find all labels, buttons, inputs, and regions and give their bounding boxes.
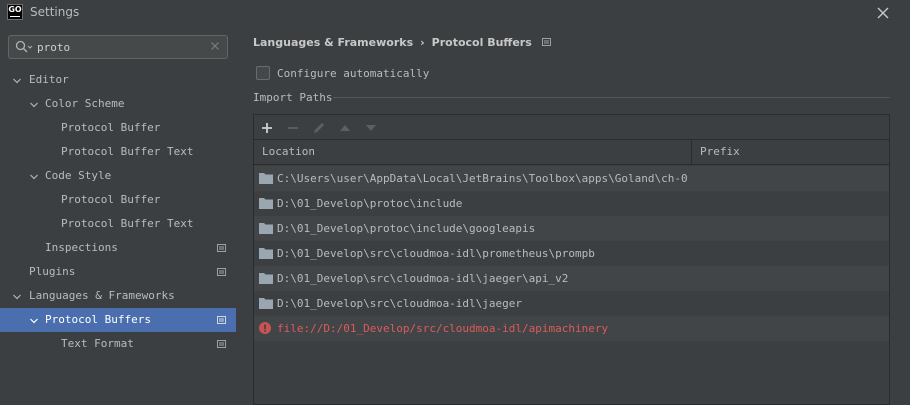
close-button[interactable]: [872, 2, 894, 24]
tree-item-label: Text Format: [61, 337, 134, 350]
import-paths-table: C:\Users\user\AppData\Local\JetBrains\To…: [254, 166, 889, 341]
folder-icon: [259, 273, 273, 284]
table-row[interactable]: D:\01_Develop\src\cloudmoa-idl\jaeger: [254, 291, 889, 316]
location-cell: C:\Users\user\AppData\Local\JetBrains\To…: [277, 172, 687, 185]
tree-item-color-scheme-protocol-buffer-text[interactable]: Protocol Buffer Text: [0, 140, 236, 164]
move-up-icon: [340, 125, 350, 131]
folder-icon: [259, 173, 273, 184]
clear-search-icon[interactable]: [210, 41, 220, 51]
move-down-icon: [366, 125, 376, 131]
search-icon[interactable]: [15, 40, 33, 54]
window-title: Settings: [30, 5, 80, 19]
add-icon: [262, 123, 272, 133]
table-row[interactable]: C:\Users\user\AppData\Local\JetBrains\To…: [254, 166, 889, 191]
tree-item-text-format[interactable]: Text Format: [0, 332, 236, 356]
logo-text: GO: [8, 5, 22, 14]
tree-item-label: Languages & Frameworks: [29, 289, 175, 302]
tree-item-color-scheme-protocol-buffer[interactable]: Protocol Buffer: [0, 116, 236, 140]
chevron-down-icon[interactable]: [12, 292, 22, 302]
project-scope-icon: [217, 316, 226, 324]
folder-icon: [259, 248, 273, 259]
error-icon: [259, 322, 271, 334]
tree-item-code-style-protocol-buffer[interactable]: Protocol Buffer: [0, 188, 236, 212]
tree-item-label: Protocol Buffer: [61, 121, 161, 134]
tree-item-plugins[interactable]: Plugins: [0, 260, 236, 284]
configure-automatically-row[interactable]: Configure automatically: [256, 65, 429, 81]
tree-item-editor[interactable]: Editor: [0, 68, 236, 92]
configure-automatically-label[interactable]: Configure automatically: [277, 67, 429, 80]
table-header: Location Prefix: [254, 140, 889, 165]
search-input[interactable]: [37, 38, 207, 56]
folder-icon: [259, 198, 273, 209]
tree-item-label: Code Style: [45, 169, 112, 182]
tree-item-label: Color Scheme: [45, 97, 125, 110]
chevron-down-icon[interactable]: [29, 172, 39, 182]
remove-button[interactable]: [285, 120, 301, 136]
location-cell: D:\01_Develop\src\cloudmoa-idl\prometheu…: [277, 247, 595, 260]
settings-sidebar: Editor Color Scheme Protocol Buffer Prot…: [0, 26, 236, 405]
edit-icon: [314, 123, 324, 133]
project-scope-icon: [217, 244, 226, 252]
chevron-down-icon[interactable]: [12, 76, 22, 86]
tree-item-inspections[interactable]: Inspections: [0, 236, 236, 260]
location-cell: D:\01_Develop\protoc\include: [277, 197, 463, 210]
table-row[interactable]: D:\01_Develop\protoc\include: [254, 191, 889, 216]
configure-automatically-checkbox[interactable]: [256, 66, 270, 80]
breadcrumb-parent[interactable]: Languages & Frameworks: [253, 36, 413, 49]
search-box[interactable]: [8, 35, 228, 59]
tree-item-protocol-buffers[interactable]: Protocol Buffers: [0, 308, 236, 332]
tree-item-languages-frameworks[interactable]: Languages & Frameworks: [0, 284, 236, 308]
import-paths-panel: Location Prefix C:\Users\user\AppData\Lo…: [253, 114, 890, 405]
chevron-down-icon[interactable]: [29, 100, 39, 110]
breadcrumb: Languages & Frameworks › Protocol Buffer…: [253, 34, 551, 50]
close-icon: [877, 7, 889, 19]
column-header-location[interactable]: Location: [254, 140, 691, 164]
location-cell: D:\01_Develop\src\cloudmoa-idl\jaeger: [277, 297, 523, 310]
project-scope-icon: [217, 268, 226, 276]
chevron-down-icon[interactable]: [29, 316, 39, 326]
project-scope-icon: [541, 38, 551, 46]
settings-content: Languages & Frameworks › Protocol Buffer…: [236, 26, 910, 405]
tree-item-label: Protocol Buffer: [61, 193, 161, 206]
import-paths-toolbar: [254, 115, 889, 140]
tree-item-label: Protocol Buffers: [45, 313, 151, 326]
tree-item-label: Editor: [29, 73, 69, 86]
tree-item-code-style[interactable]: Code Style: [0, 164, 236, 188]
table-row[interactable]: D:\01_Develop\src\cloudmoa-idl\jaeger\ap…: [254, 266, 889, 291]
table-row[interactable]: D:\01_Develop\src\cloudmoa-idl\prometheu…: [254, 241, 889, 266]
location-cell: D:\01_Develop\protoc\include\googleapis: [277, 222, 536, 235]
import-paths-title: Import Paths: [253, 91, 333, 104]
table-row[interactable]: file://D:/01_Develop/src/cloudmoa-idl/ap…: [254, 316, 889, 341]
tree-item-label: Plugins: [29, 265, 76, 278]
tree-item-label: Inspections: [45, 241, 118, 254]
folder-icon: [259, 298, 273, 309]
table-row[interactable]: D:\01_Develop\protoc\include\googleapis: [254, 216, 889, 241]
edit-button[interactable]: [311, 120, 327, 136]
folder-icon: [259, 223, 273, 234]
group-separator: [333, 97, 890, 98]
goland-logo-icon: GO: [7, 4, 23, 20]
tree-item-label: Protocol Buffer Text: [61, 217, 194, 230]
column-header-prefix[interactable]: Prefix: [692, 140, 889, 164]
tree-item-color-scheme[interactable]: Color Scheme: [0, 92, 236, 116]
move-down-button[interactable]: [363, 120, 379, 136]
move-up-button[interactable]: [337, 120, 353, 136]
tree-item-label: Protocol Buffer Text: [61, 145, 194, 158]
project-scope-icon: [217, 340, 226, 348]
breadcrumb-current: Protocol Buffers: [431, 35, 532, 49]
breadcrumb-separator: ›: [420, 35, 425, 49]
location-cell: file://D:/01_Develop/src/cloudmoa-idl/ap…: [277, 322, 609, 335]
location-cell: D:\01_Develop\src\cloudmoa-idl\jaeger\ap…: [277, 272, 569, 285]
remove-icon: [288, 127, 298, 129]
tree-item-code-style-protocol-buffer-text[interactable]: Protocol Buffer Text: [0, 212, 236, 236]
title-bar: GO Settings: [0, 0, 910, 26]
add-button[interactable]: [259, 120, 275, 136]
